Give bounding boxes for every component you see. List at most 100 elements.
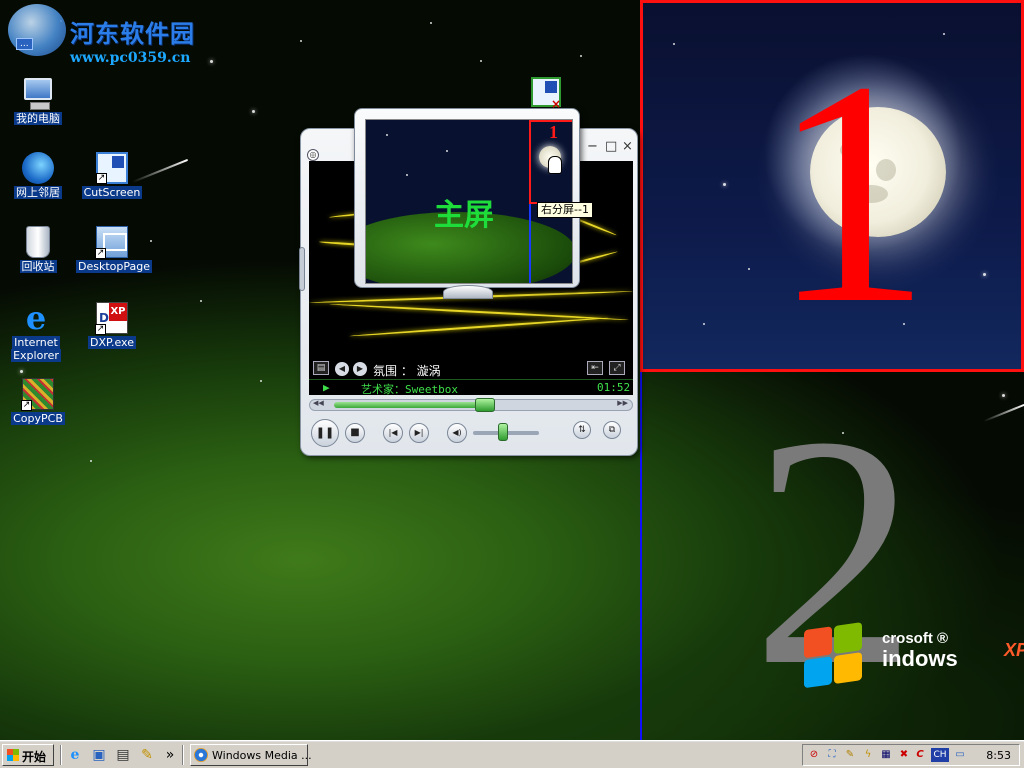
desktop-icon-dxp[interactable]: D XP ↗ DXP.exe [76, 302, 148, 349]
compact-mode-icon[interactable]: ⇤ [587, 361, 603, 375]
split-screen-number-1: 1 [771, 16, 931, 370]
play-state-icon: ▶ [323, 381, 330, 394]
task-item-media-player[interactable]: Windows Media ... [190, 744, 312, 766]
xp-logo-suffix: XP [1004, 640, 1024, 660]
next-track-button[interactable]: ▶| [409, 423, 429, 443]
start-button[interactable]: 开始 [2, 744, 54, 766]
artist-label: 艺术家：Sweetbox [361, 383, 458, 396]
star [580, 55, 582, 57]
split-screen-1: 1 [640, 0, 1024, 372]
desktop-icon-label: 网上邻居 [14, 186, 62, 199]
desktop-icon-label: DXP.exe [88, 336, 136, 349]
lightning-icon[interactable]: ϟ [861, 748, 875, 762]
windows-flag-icon [804, 622, 864, 690]
monitor-stand [443, 285, 493, 299]
close-icon[interactable]: × [622, 139, 633, 154]
seek-forward-icon[interactable]: ▶▶ [617, 399, 628, 407]
minimize-icon[interactable]: − [587, 139, 598, 154]
star [90, 460, 92, 462]
switch-mode-button[interactable]: ⧉ [603, 421, 621, 439]
xp-logo-line1: crosoft ® [882, 630, 949, 647]
copypcb-icon: ↗ [21, 378, 54, 411]
task-item-label: Windows Media ... [212, 749, 312, 762]
main-screen-label: 主屏 [434, 198, 494, 233]
windows-flag-icon [7, 749, 19, 761]
player-side-tab[interactable] [299, 247, 305, 291]
desktop-icon-label-line2: Explorer [11, 349, 61, 362]
shuffle-button[interactable]: ⇅ [573, 421, 591, 439]
xp-logo-line2: indows [882, 646, 958, 671]
desktop-icon-label: DesktopPage [76, 260, 152, 273]
start-label: 开始 [22, 750, 47, 764]
desktop-icon-label: 回收站 [19, 260, 57, 273]
shortcut-arrow-icon: ↗ [95, 324, 106, 335]
network-tray-icon[interactable]: ⛶ [825, 748, 839, 762]
quicklaunch-overflow[interactable]: » [164, 746, 176, 764]
dxp-icon-letter: D [99, 311, 109, 325]
desktop-icon-label: CutScreen [81, 186, 143, 199]
pen-quicklaunch-icon[interactable]: ✎ [138, 746, 156, 764]
system-tray: ⊘ ⛶ ✎ ϟ ▦ ✖ C CH ▭ 8:53 [802, 744, 1020, 766]
mute-button[interactable]: ◀) [447, 423, 467, 443]
ch-lang-icon[interactable]: CH [931, 748, 949, 762]
overview-number-1: 1 [549, 122, 558, 142]
site-watermark: ... 河东软件园 www.pc0359.cn [6, 4, 206, 66]
player-status-bar: ▶ 艺术家：Sweetbox 01:52 [309, 379, 633, 396]
pen-icon[interactable]: ✎ [843, 748, 857, 762]
c-tool-icon[interactable]: C [913, 748, 927, 762]
media-player-icon [194, 748, 208, 762]
desktoppage-icon: ↗ [95, 226, 128, 259]
player-info-bar: ▤ ◀ ▶ 氛围 ： 漩涡 ⇤ ⤢ [309, 359, 633, 379]
desktop-icon-label: 我的电脑 [14, 112, 62, 125]
clock[interactable]: 8:53 [986, 749, 1011, 762]
cutscreen-icon: ↗ [96, 152, 128, 184]
desktop: ... 河东软件园 www.pc0359.cn 我的电脑 网上邻居 ↗ CutS… [0, 0, 1024, 740]
close-red-icon[interactable]: ✖ [897, 748, 911, 762]
hand-cursor-icon [548, 156, 562, 174]
shortcut-arrow-icon: ↗ [96, 173, 107, 184]
seek-thumb[interactable] [474, 398, 495, 412]
star [150, 240, 152, 242]
seek-back-icon[interactable]: ◀◀ [313, 399, 324, 407]
comet [983, 403, 1024, 423]
fullscreen-icon[interactable]: ⤢ [609, 361, 625, 375]
screen-overview-window[interactable]: 主屏 1 [354, 108, 580, 299]
desktop-icon-cutscreen[interactable]: ↗ CutScreen [76, 152, 148, 199]
star [252, 110, 255, 113]
taskbar: 开始 e ▣ ▤ ✎ » Windows Media ... ⊘ ⛶ ✎ ϟ ▦… [0, 740, 1024, 768]
document-quicklaunch-icon[interactable]: ▤ [114, 746, 132, 764]
visualization-menu-icon[interactable]: ▤ [313, 361, 329, 375]
next-visualization-button[interactable]: ▶ [353, 362, 367, 376]
seek-bar[interactable]: ◀◀ ▶▶ [309, 398, 633, 412]
seek-progress-fill [334, 402, 485, 408]
prev-visualization-button[interactable]: ◀ [335, 362, 349, 376]
split-screen-2: 2 crosoft ® indows XP [640, 372, 1024, 740]
time-display: 01:52 [597, 381, 631, 394]
desktop-icon-network[interactable]: 网上邻居 [2, 152, 74, 199]
computer-icon [24, 78, 52, 110]
pause-button[interactable]: ❚❚ [311, 419, 339, 447]
desktop-icon-internet-explorer[interactable]: e Internet Explorer [0, 302, 72, 362]
star [260, 380, 262, 382]
overview-tooltip: 右分屏--1 [537, 202, 593, 218]
ie-quicklaunch-icon[interactable]: e [66, 746, 84, 764]
display-icon[interactable]: ▭ [953, 748, 967, 762]
antivirus-icon[interactable]: ⊘ [807, 748, 821, 762]
desktop-icon-my-computer[interactable]: 我的电脑 [2, 76, 74, 125]
player-menu-button[interactable]: ◎ [307, 149, 319, 161]
maximize-icon[interactable]: □ [605, 139, 617, 154]
visualization-name: 氛围 ： 漩涡 [373, 364, 441, 378]
network-status-icon[interactable]: ▦ [879, 748, 893, 762]
desktop-icon-recycle-bin[interactable]: 回收站 [2, 226, 74, 273]
desktop-icon-desktoppage[interactable]: ↗ DesktopPage [76, 226, 152, 273]
desktop-icon-copypcb[interactable]: ↗ CopyPCB [2, 378, 74, 425]
dxp-icon: D XP ↗ [95, 302, 128, 335]
stop-button[interactable]: ■ [345, 423, 365, 443]
star [480, 60, 482, 62]
star [200, 300, 202, 302]
desktop-quicklaunch-icon[interactable]: ▣ [90, 746, 108, 764]
shortcut-arrow-icon: ↗ [95, 248, 106, 259]
previous-track-button[interactable]: |◀ [383, 423, 403, 443]
volume-thumb[interactable] [497, 423, 508, 441]
cutscreen-float-icon[interactable] [531, 77, 561, 111]
